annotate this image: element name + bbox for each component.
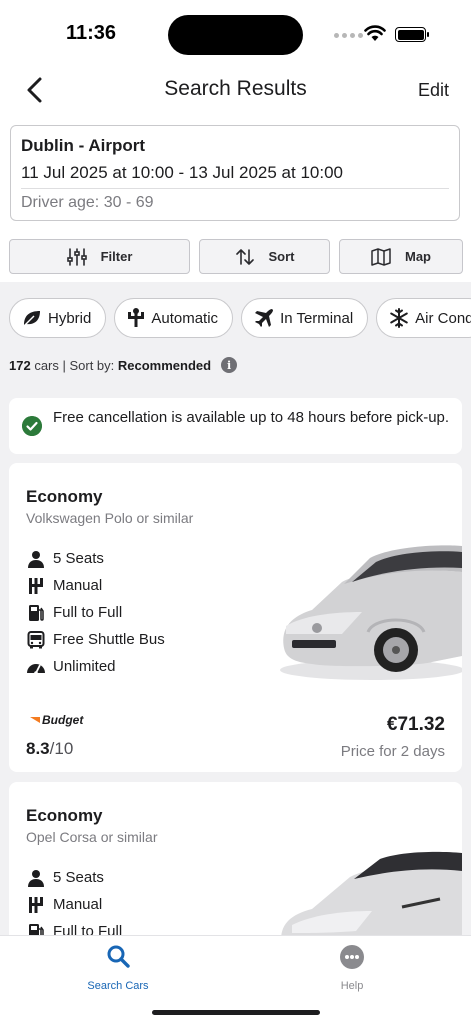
status-time: 11:36 — [66, 22, 117, 44]
tab-search-cars[interactable]: Search Cars — [58, 944, 178, 992]
gear-shift-icon — [128, 308, 145, 327]
fuel-pump-icon — [29, 604, 44, 621]
feature-label: Full to Full — [53, 604, 123, 621]
speedometer-icon — [27, 663, 45, 675]
sort-button[interactable]: Sort — [199, 239, 330, 274]
rating-scale: /10 — [49, 739, 74, 758]
sort-arrows-icon — [235, 248, 254, 265]
leaf-icon — [23, 311, 40, 327]
feature-fuel: Full to Full — [26, 599, 165, 626]
vendor-logo: Budget — [30, 713, 83, 727]
feature-label: 5 Seats — [53, 550, 104, 567]
results-count: 172 cars | Sort by: Recommended i — [9, 357, 238, 373]
battery-icon — [395, 27, 429, 42]
toolbar: Filter Sort Map — [9, 239, 463, 274]
price-note: Price for 2 days — [340, 743, 445, 760]
person-icon — [28, 550, 44, 568]
tab-label: Search Cars — [87, 980, 149, 992]
chip-in-terminal[interactable]: In Terminal — [241, 298, 369, 338]
wifi-icon — [364, 25, 386, 41]
home-indicator — [152, 1010, 320, 1015]
nav-bar: Search Results Edit — [0, 62, 471, 118]
chip-label: In Terminal — [280, 309, 354, 327]
vendor-name: Budget — [42, 713, 84, 727]
info-icon[interactable]: i — [221, 357, 238, 373]
dynamic-island — [168, 15, 303, 55]
free-cancellation-notice: Free cancellation is available up to 48 … — [9, 398, 462, 454]
quick-filter-chips: Hybrid Automatic In Terminal Air Cond — [9, 298, 471, 338]
feature-label: Unlimited — [53, 658, 116, 675]
notice-text: Free cancellation is available up to 48 … — [53, 409, 450, 426]
car-count: 172 — [9, 357, 31, 373]
person-icon — [28, 869, 44, 887]
feature-seats: 5 Seats — [26, 545, 165, 572]
car-features: 5 Seats Manual Full to Full — [26, 864, 122, 942]
car-features: 5 Seats Manual Full to Full Free Shuttle… — [26, 545, 165, 680]
car-model: Opel Corsa or similar — [26, 829, 158, 845]
feature-transmission: Manual — [26, 891, 122, 918]
check-circle-icon — [22, 416, 42, 436]
map-icon — [371, 247, 391, 266]
page-title: Search Results — [164, 77, 307, 100]
signal-icon — [334, 33, 363, 38]
feature-label: Manual — [53, 896, 103, 913]
chip-automatic[interactable]: Automatic — [114, 298, 234, 338]
car-class: Economy — [26, 806, 103, 825]
vendor-rating: 8.3/10 — [26, 739, 73, 759]
car-image — [280, 545, 462, 680]
tab-bar: Search Cars Help — [0, 935, 471, 1024]
bus-icon — [27, 630, 45, 648]
sort-label: Sort — [268, 249, 295, 264]
car-class: Economy — [26, 487, 103, 506]
feature-label: Free Shuttle Bus — [53, 631, 165, 648]
car-result-card[interactable]: Economy Volkswagen Polo or similar 5 Sea… — [9, 463, 462, 772]
map-button[interactable]: Map — [339, 239, 463, 274]
chip-hybrid[interactable]: Hybrid — [9, 298, 107, 338]
tab-help[interactable]: Help — [292, 944, 412, 992]
summary-divider — [21, 188, 449, 189]
car-result-card[interactable]: Economy Opel Corsa or similar 5 Seats Ma… — [9, 782, 462, 942]
edit-button[interactable]: Edit — [418, 80, 449, 101]
pickup-location: Dublin - Airport — [21, 136, 146, 155]
snowflake-icon — [390, 308, 408, 328]
feature-label: Manual — [53, 577, 103, 594]
car-model: Volkswagen Polo or similar — [26, 510, 194, 526]
tab-label: Help — [340, 980, 364, 992]
rating-value: 8.3 — [26, 739, 50, 758]
driver-age: Driver age: 30 - 69 — [21, 194, 154, 211]
feature-seats: 5 Seats — [26, 864, 122, 891]
filter-label: Filter — [100, 249, 133, 264]
status-bar: 11:36 — [0, 0, 471, 62]
feature-shuttle: Free Shuttle Bus — [26, 626, 165, 653]
airplane-icon — [255, 309, 274, 327]
rental-dates: 11 Jul 2025 at 10:00 - 13 Jul 2025 at 10… — [21, 163, 343, 182]
chip-label: Air Cond — [415, 309, 471, 327]
chip-label: Hybrid — [48, 309, 92, 327]
manual-gear-icon — [29, 896, 43, 913]
chip-label: Automatic — [151, 309, 219, 327]
car-price: €71.32 — [386, 714, 445, 735]
search-summary[interactable]: Dublin - Airport 11 Jul 2025 at 10:00 - … — [10, 125, 460, 221]
feature-label: 5 Seats — [53, 869, 104, 886]
search-icon — [107, 945, 130, 968]
search-header: Dublin - Airport 11 Jul 2025 at 10:00 - … — [0, 118, 471, 282]
filter-button[interactable]: Filter — [9, 239, 190, 274]
chat-bubble-icon — [340, 945, 364, 969]
chip-air-conditioning[interactable]: Air Cond — [376, 298, 471, 338]
sliders-icon — [66, 247, 87, 266]
sort-value: Recommended — [117, 357, 212, 373]
count-suffix: cars | Sort by: — [30, 357, 118, 373]
map-label: Map — [405, 249, 431, 264]
feature-mileage: Unlimited — [26, 653, 165, 680]
feature-transmission: Manual — [26, 572, 165, 599]
car-image — [281, 851, 462, 942]
manual-gear-icon — [29, 577, 43, 594]
